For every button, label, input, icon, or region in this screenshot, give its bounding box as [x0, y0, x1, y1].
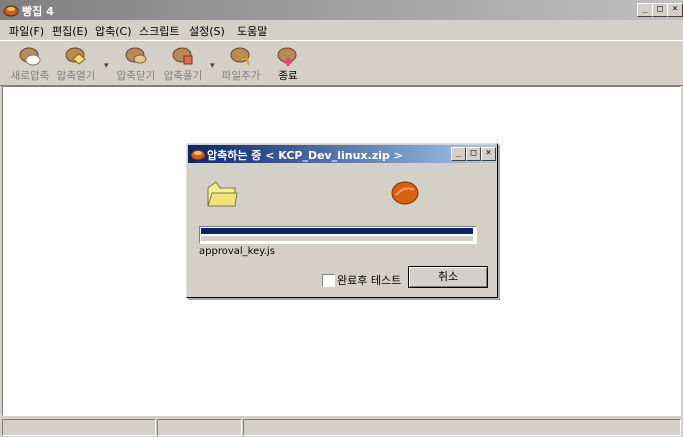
- dialog-close-button[interactable]: ×: [481, 147, 496, 161]
- window-title: 빵집 4: [22, 5, 54, 18]
- close-archive-button[interactable]: 압축닫기: [110, 45, 162, 85]
- open-archive-button[interactable]: 압축열기: [50, 45, 102, 85]
- title-bar[interactable]: 빵집 4 _ □ ×: [0, 0, 683, 20]
- maximize-button[interactable]: □: [652, 3, 668, 17]
- bread-icon: [391, 181, 419, 205]
- menu-edit[interactable]: 편집(E): [52, 23, 88, 39]
- checkbox-label: 완료후 테스트: [337, 274, 402, 287]
- close-button[interactable]: ×: [667, 3, 683, 17]
- compress-progress-dialog: 압축하는 중 < KCP_Dev_linux.zip > _ □ × appro…: [186, 143, 498, 298]
- add-file-icon: [230, 47, 250, 66]
- menu-help[interactable]: 도움말: [237, 23, 267, 39]
- close-archive-icon: [125, 47, 147, 64]
- menu-settings[interactable]: 설정(S): [189, 23, 225, 39]
- menu-bar: 파일(F) 편집(E) 압축(C) 스크립트 설정(S) 도움말: [0, 20, 683, 40]
- tool-label: 종료: [278, 70, 298, 82]
- status-pane-3: [243, 419, 681, 436]
- menu-script[interactable]: 스크립트: [139, 23, 179, 39]
- test-after-complete-checkbox[interactable]: [322, 274, 335, 287]
- dialog-minimize-button[interactable]: _: [451, 147, 466, 161]
- new-archive-button[interactable]: 새로압축: [4, 45, 56, 85]
- status-bar: [0, 417, 683, 437]
- menu-file[interactable]: 파일(F): [9, 23, 44, 39]
- new-archive-icon: [19, 47, 41, 66]
- tool-label: 파일추가: [221, 70, 261, 82]
- exit-button[interactable]: 종료: [262, 45, 314, 85]
- bread-logo-icon: [190, 149, 206, 161]
- bread-logo-icon: [3, 5, 19, 17]
- dialog-title-bar[interactable]: 압축하는 중 < KCP_Dev_linux.zip > _ □ ×: [188, 145, 496, 163]
- toolbar-separator: ▾: [104, 61, 109, 71]
- open-archive-icon: [65, 47, 86, 65]
- tool-label: 압축열기: [56, 70, 96, 82]
- menu-compress[interactable]: 압축(C): [95, 23, 132, 39]
- tool-label: 압축풀기: [163, 70, 203, 82]
- extract-archive-button[interactable]: 압축풀기: [157, 45, 209, 85]
- main-window: 빵집 4 _ □ × 파일(F) 편집(E) 압축(C) 스크립트 설정(S) …: [0, 0, 683, 437]
- extract-archive-icon: [172, 47, 193, 65]
- exit-icon: [277, 47, 297, 66]
- minimize-button[interactable]: _: [637, 3, 653, 17]
- dialog-maximize-button[interactable]: □: [466, 147, 481, 161]
- folder-icon: [207, 181, 238, 207]
- add-file-button[interactable]: 파일추가: [215, 45, 267, 85]
- cancel-button[interactable]: 취소: [408, 266, 488, 288]
- toolbar: 새로압축 압축열기 ▾ 압축닫기 압축풀기 ▾ 파일추가 종료: [0, 40, 683, 86]
- dialog-title: 압축하는 중 < KCP_Dev_linux.zip >: [207, 149, 403, 162]
- current-file-name: approval_key.js: [199, 246, 275, 257]
- tool-label: 새로압축: [10, 70, 50, 82]
- toolbar-separator: ▾: [210, 61, 215, 71]
- progress-fill: [201, 228, 473, 234]
- progress-bar: [199, 226, 477, 244]
- status-pane-1: [2, 419, 156, 436]
- status-pane-2: [157, 419, 242, 436]
- progress-track: [201, 236, 473, 241]
- tool-label: 압축닫기: [116, 70, 156, 82]
